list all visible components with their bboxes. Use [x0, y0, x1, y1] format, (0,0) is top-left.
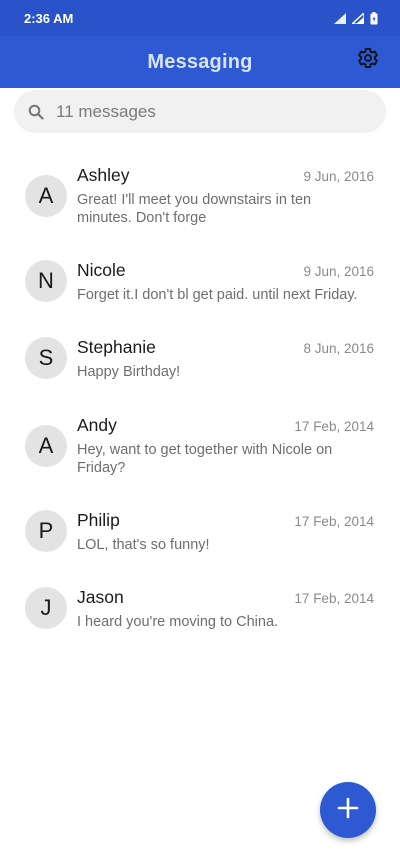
message-snippet: Happy Birthday! [77, 364, 181, 380]
message-snippet: Hey, want to get together with Nicole on… [77, 442, 333, 476]
conversation-item-philip[interactable]: P Philip 17 Feb, 2014 LOL, that's so fun… [0, 505, 400, 567]
avatar: A [25, 425, 67, 467]
search-bar[interactable] [14, 90, 386, 133]
status-time: 2:36 AM [24, 10, 74, 26]
battery-icon [370, 11, 378, 25]
avatar: S [25, 337, 67, 379]
message-snippet: Forget it.I don't bl get paid. until nex… [77, 287, 358, 303]
search-input[interactable] [56, 101, 386, 122]
contact-name: Andy [77, 415, 117, 435]
conversation-item-jason[interactable]: J Jason 17 Feb, 2014 I heard you're movi… [0, 582, 400, 644]
message-date: 17 Feb, 2014 [294, 591, 374, 606]
wifi-icon [352, 12, 364, 24]
contact-name: Nicole [77, 260, 126, 280]
search-icon [28, 104, 44, 120]
settings-button[interactable] [356, 47, 380, 74]
message-snippet: Great! I'll meet you downstairs in ten m… [77, 192, 312, 226]
signal-icon [334, 12, 346, 24]
status-icons [334, 11, 378, 25]
conversation-item-nicole[interactable]: N Nicole 9 Jun, 2016 Forget it.I don't b… [0, 255, 400, 317]
app-bar: Messaging [0, 36, 400, 88]
message-date: 9 Jun, 2016 [303, 264, 374, 279]
conversation-item-stephanie[interactable]: S Stephanie 8 Jun, 2016 Happy Birthday! [0, 332, 400, 394]
message-date: 17 Feb, 2014 [294, 419, 374, 434]
plus-icon [337, 797, 359, 824]
contact-name: Ashley [77, 165, 130, 185]
avatar: P [25, 510, 67, 552]
message-date: 17 Feb, 2014 [294, 514, 374, 529]
new-message-button[interactable] [320, 782, 376, 838]
conversation-item-ashley[interactable]: A Ashley 9 Jun, 2016 Great! I'll meet yo… [0, 160, 400, 240]
message-date: 9 Jun, 2016 [303, 169, 374, 184]
contact-name: Philip [77, 510, 120, 530]
avatar: N [25, 260, 67, 302]
avatar: J [25, 587, 67, 629]
app-title: Messaging [147, 50, 253, 73]
message-date: 8 Jun, 2016 [303, 341, 374, 356]
status-bar: 2:36 AM [0, 0, 400, 36]
messaging-screen: 2:36 AM Messaging 11 messages A Ashley 9… [0, 0, 400, 866]
conversation-item-andy[interactable]: A Andy 17 Feb, 2014 Hey, want to get tog… [0, 410, 400, 490]
avatar: A [25, 175, 67, 217]
message-snippet: LOL, that's so funny! [77, 537, 210, 553]
contact-name: Stephanie [77, 337, 156, 357]
gear-icon [357, 47, 379, 74]
message-snippet: I heard you're moving to China. [77, 614, 279, 630]
contact-name: Jason [77, 587, 124, 607]
